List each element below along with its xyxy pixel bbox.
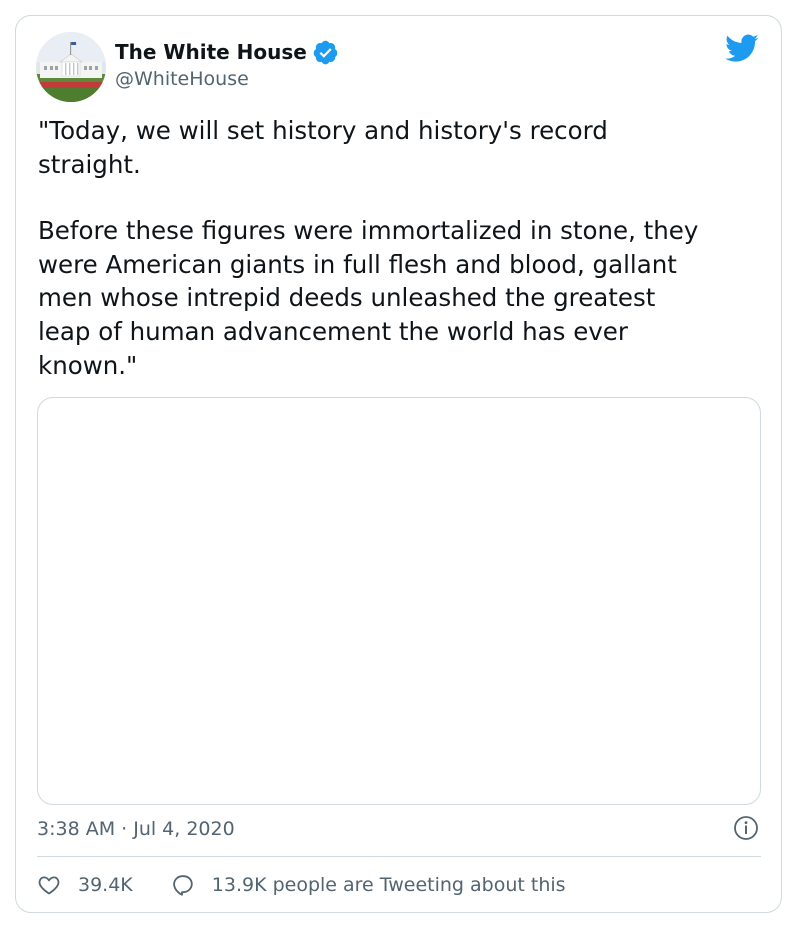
tweet-paragraph-1: "Today, we will set history and history'… xyxy=(38,116,608,179)
divider xyxy=(37,856,761,857)
media-container[interactable] xyxy=(37,397,761,805)
tweet-timestamp[interactable]: 3:38 AM · Jul 4, 2020 xyxy=(37,815,235,843)
white-house-avatar-image xyxy=(36,32,106,102)
info-icon[interactable] xyxy=(733,815,759,841)
user-handle[interactable]: @WhiteHouse xyxy=(115,66,249,92)
tweeting-about-label: 13.9K people are Tweeting about this xyxy=(211,874,566,896)
like-count: 39.4K xyxy=(78,874,133,896)
like-button[interactable]: 39.4K xyxy=(37,873,133,897)
author-name-row[interactable]: The White House xyxy=(115,38,339,66)
twitter-bird-icon[interactable] xyxy=(725,34,759,64)
tweet-paragraph-2: Before these figures were immortalized i… xyxy=(38,216,699,380)
tweeting-about-link[interactable]: 13.9K people are Tweeting about this xyxy=(171,873,566,897)
tweet-text: "Today, we will set history and history'… xyxy=(38,114,768,382)
verified-badge-icon xyxy=(312,39,339,66)
action-bar: 39.4K 13.9K people are Tweeting about th… xyxy=(37,870,566,900)
display-name[interactable]: The White House xyxy=(115,38,307,66)
avatar[interactable] xyxy=(36,32,106,102)
speech-bubble-icon xyxy=(172,875,193,896)
heart-icon xyxy=(38,876,60,895)
